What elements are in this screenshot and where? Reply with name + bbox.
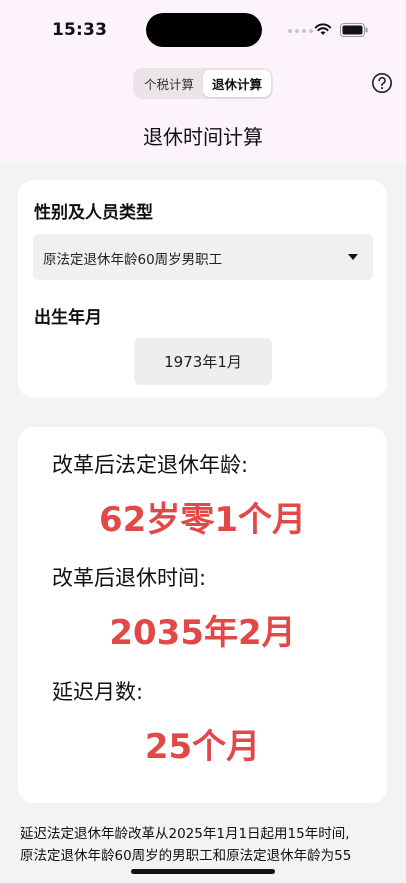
input-card: 性别及人员类型 原法定退休年龄60周岁男职工 出生年月 1973年1月 xyxy=(18,180,387,398)
new-retirement-time-label: 改革后退休时间: xyxy=(52,566,207,590)
wifi-icon xyxy=(314,23,332,35)
birth-label: 出生年月 xyxy=(34,308,102,328)
gender-type-label: 性别及人员类型 xyxy=(34,203,153,223)
gender-type-value: 原法定退休年龄60周岁男职工 xyxy=(43,252,223,268)
delay-months-value: 25个月 xyxy=(144,727,261,767)
footnote-line: 原法定退休年龄60周岁的男职工和原法定退休年龄为55 xyxy=(20,848,352,864)
status-time: 15:33 xyxy=(52,20,108,40)
question-circle-icon[interactable] xyxy=(371,72,393,94)
home-indicator[interactable] xyxy=(131,869,275,874)
policy-footnote: 延迟法定退休年龄改革从2025年1月1日起用15年时间, 原法定退休年龄60周岁… xyxy=(20,823,392,867)
tab-retirement-calculation[interactable]: 退休计算 xyxy=(203,70,271,97)
mode-segmented-control: 个税计算 退休计算 xyxy=(133,68,273,99)
birth-date-button[interactable]: 1973年1月 xyxy=(134,338,272,385)
triangle-down-icon xyxy=(348,254,358,260)
result-card: 改革后法定退休年龄: 62岁零1个月 改革后退休时间: 2035年2月 延迟月数… xyxy=(18,427,387,803)
new-retirement-age-value: 62岁零1个月 xyxy=(99,500,306,540)
footnote-line: 延迟法定退休年龄改革从2025年1月1日起用15年时间, xyxy=(20,826,350,842)
new-retirement-age-label: 改革后法定退休年龄: xyxy=(52,453,249,477)
tab-tax-calculation[interactable]: 个税计算 xyxy=(135,70,203,97)
battery-icon xyxy=(340,23,368,37)
dynamic-island xyxy=(146,13,262,47)
delay-months-label: 延迟月数: xyxy=(52,680,144,704)
new-retirement-time-value: 2035年2月 xyxy=(109,613,296,653)
signal-dots-icon xyxy=(288,29,313,33)
header-area: 15:33 个税计算 退休计算 退休时间计算 xyxy=(0,0,406,162)
page-title: 退休时间计算 xyxy=(143,125,263,149)
gender-type-dropdown[interactable]: 原法定退休年龄60周岁男职工 xyxy=(33,234,373,280)
status-bar: 15:33 xyxy=(0,0,406,60)
